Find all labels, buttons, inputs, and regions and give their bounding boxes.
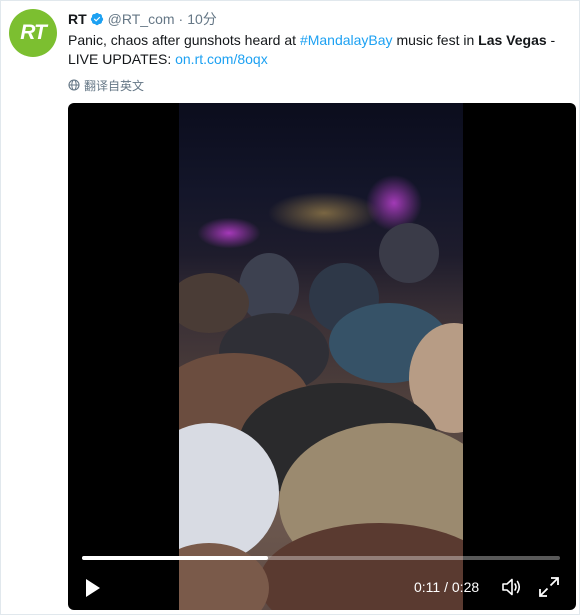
video-controls: 0:11 / 0:28 <box>68 573 576 603</box>
fullscreen-button[interactable] <box>538 576 560 598</box>
location-text: Las Vegas <box>478 32 547 48</box>
volume-icon <box>502 578 521 596</box>
hashtag-link[interactable]: #MandalayBay <box>300 32 393 48</box>
url-link[interactable]: on.rt.com/8oqx <box>175 51 268 67</box>
translate-label: 翻译自英文 <box>84 78 145 93</box>
progress-bar[interactable] <box>82 556 560 560</box>
tweet-header: RT @RT_com · 10分 <box>68 10 217 28</box>
header-separator: · <box>178 11 184 27</box>
fullscreen-icon <box>539 577 559 597</box>
avatar[interactable]: RT <box>9 9 57 57</box>
time-separator: / <box>440 579 452 595</box>
timecode: 0:11 / 0:28 <box>414 579 479 595</box>
video-frame <box>179 103 463 610</box>
progress-fill <box>82 556 269 560</box>
tweet-text: Panic, chaos after gunshots heard at #Ma… <box>68 31 573 69</box>
author-handle[interactable]: @RT_com <box>108 11 175 27</box>
tweet-timestamp[interactable]: 10分 <box>187 9 217 29</box>
avatar-logo-text: RT <box>20 21 47 44</box>
tweet-text-part: music fest in <box>392 32 479 48</box>
duration: 0:28 <box>451 579 480 595</box>
play-icon <box>86 579 100 597</box>
video-player[interactable]: 0:11 / 0:28 <box>68 103 576 610</box>
translate-tweet[interactable]: 翻译自英文 <box>68 77 144 93</box>
play-button[interactable] <box>82 576 104 600</box>
tweet-text-part: Panic, chaos after gunshots heard at <box>68 32 300 48</box>
volume-button[interactable] <box>500 576 522 598</box>
verified-icon <box>90 12 104 26</box>
globe-icon <box>68 79 80 91</box>
tweet-card: RT RT @RT_com · 10分 Panic, chaos after g… <box>0 0 580 615</box>
author-name[interactable]: RT <box>68 11 87 27</box>
current-time: 0:11 <box>414 579 441 595</box>
